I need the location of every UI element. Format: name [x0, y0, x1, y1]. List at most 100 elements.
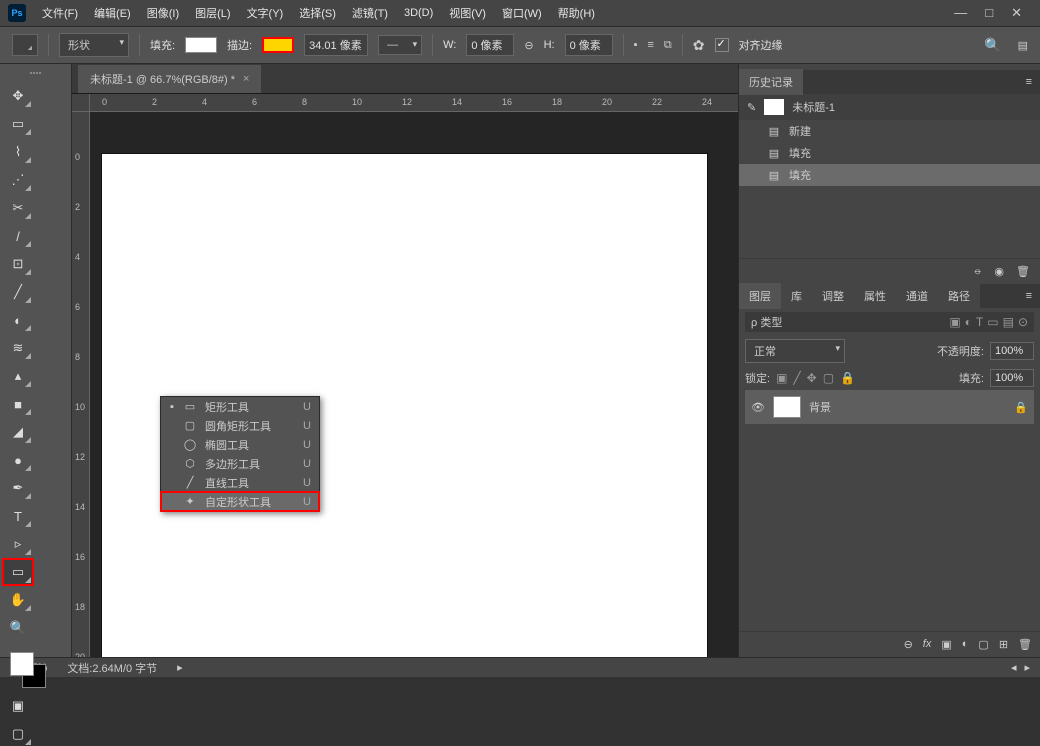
width-input[interactable]: 0 像素 [466, 34, 514, 56]
blend-mode-dropdown[interactable]: 正常 [745, 339, 845, 363]
trash-icon[interactable]: 🗑 [1016, 265, 1030, 278]
quick-select-tool[interactable]: ⋰ [4, 168, 32, 192]
layer-thumbnail[interactable] [773, 396, 801, 418]
fx-icon[interactable]: fx [923, 638, 932, 651]
shape-tool[interactable]: ▭ [4, 560, 32, 584]
stroke-style-dropdown[interactable]: — [378, 35, 422, 55]
filter-smart-icon[interactable]: ▤ [1003, 315, 1014, 329]
flyout-item[interactable]: ◯椭圆工具U [161, 435, 319, 454]
minimize-button[interactable]: — [954, 5, 967, 21]
filter-kind-dropdown[interactable]: ρ 类型 [751, 314, 782, 330]
menu-i[interactable]: 图像(I) [139, 1, 187, 25]
menu-w[interactable]: 窗口(W) [494, 1, 550, 25]
layer-row[interactable]: 👁 背景 🔒 [745, 390, 1034, 424]
history-item[interactable]: ▤填充 [739, 164, 1040, 186]
menu-dd[interactable]: 3D(D) [396, 1, 441, 25]
quickmask-tool[interactable]: ▣ [4, 694, 32, 718]
ruler-horizontal[interactable]: 024681012141618202224 [90, 94, 738, 112]
filter-img-icon[interactable]: ▣ [949, 315, 960, 329]
stamp-tool[interactable]: ▴ [4, 364, 32, 388]
history-tab[interactable]: 历史记录 [739, 69, 803, 95]
doc-size[interactable]: 文档:2.64M/0 字节 [67, 660, 157, 676]
eraser-tool[interactable]: ◢ [4, 420, 32, 444]
history-doc-row[interactable]: ✎ 未标题-1 [739, 94, 1040, 120]
visibility-icon[interactable]: 👁 [751, 401, 765, 414]
panel-tab[interactable]: 属性 [854, 283, 896, 309]
doc-info-dropdown-icon[interactable]: ▸ [177, 661, 183, 674]
blur-tool[interactable]: ● [4, 448, 32, 472]
group-icon[interactable]: ▢ [978, 638, 988, 651]
marquee-tool[interactable]: ▭ [4, 112, 32, 136]
link-icon[interactable]: ⊖ [524, 39, 533, 52]
toolbox-grip[interactable] [0, 72, 71, 78]
flyout-item[interactable]: ✦自定形状工具U [161, 492, 319, 511]
history-brush-tool[interactable]: ≋ [4, 336, 32, 360]
brush-tool[interactable]: ╱ [4, 280, 32, 304]
current-tool-icon[interactable] [12, 34, 38, 56]
menu-l[interactable]: 图层(L) [187, 1, 238, 25]
lasso-tool[interactable]: ⌇ [4, 140, 32, 164]
scroll-left-icon[interactable]: ◂ [1011, 661, 1017, 674]
history-item[interactable]: ▤新建 [739, 120, 1040, 142]
panel-menu-icon[interactable]: ≡ [1018, 290, 1040, 302]
arrange-icon[interactable]: ⧉ [664, 39, 672, 52]
opacity-input[interactable]: 100% [990, 342, 1034, 360]
fill-swatch[interactable] [185, 37, 217, 53]
snapshot-icon[interactable]: ⦵ [973, 265, 982, 278]
panel-tab[interactable]: 通道 [896, 283, 938, 309]
zoom-tool[interactable]: 🔍 [4, 616, 32, 640]
fill-input[interactable]: 100% [990, 369, 1034, 387]
panel-tab[interactable]: 调整 [812, 283, 854, 309]
path-op-icon[interactable]: ▪ [634, 39, 638, 51]
hand-tool[interactable]: ✋ [4, 588, 32, 612]
menu-s[interactable]: 选择(S) [291, 1, 344, 25]
delete-layer-icon[interactable]: 🗑 [1018, 638, 1032, 651]
new-layer-icon[interactable]: ⊞ [999, 638, 1008, 651]
panel-tab[interactable]: 库 [781, 283, 812, 309]
layer-name[interactable]: 背景 [809, 399, 831, 415]
ruler-vertical[interactable]: 024681012141618202224 [72, 112, 90, 657]
layer-filter[interactable]: ρ 类型 ▣ ◐ T ▭ ▤ ⊙ [745, 312, 1034, 332]
eyedropper-tool[interactable]: / [4, 224, 32, 248]
lock-paint-icon[interactable]: ╱ [793, 371, 800, 385]
history-item[interactable]: ▤填充 [739, 142, 1040, 164]
panel-menu-icon[interactable]: ≡ [1018, 76, 1040, 88]
flyout-item[interactable]: ▢圆角矩形工具U [161, 416, 319, 435]
menu-h[interactable]: 帮助(H) [550, 1, 603, 25]
tab-close-icon[interactable]: × [243, 73, 249, 85]
mask-icon[interactable]: ▣ [941, 638, 951, 651]
flyout-item[interactable]: ╱直线工具U [161, 473, 319, 492]
gear-icon[interactable]: ✿ [693, 37, 705, 54]
height-input[interactable]: 0 像素 [565, 34, 613, 56]
close-button[interactable]: ✕ [1011, 5, 1022, 21]
menu-v[interactable]: 视图(V) [441, 1, 494, 25]
flyout-item[interactable]: ▪▭矩形工具U [161, 397, 319, 416]
pen-tool[interactable]: ✒ [4, 476, 32, 500]
document-tab[interactable]: 未标题-1 @ 66.7%(RGB/8#) * × [78, 65, 261, 93]
move-tool[interactable]: ✥ [4, 84, 32, 108]
screen-mode-tool[interactable]: ▢ [4, 722, 32, 746]
panel-tab[interactable]: 路径 [938, 283, 980, 309]
frame-tool[interactable]: ⊡ [4, 252, 32, 276]
filter-type-icon[interactable]: T [976, 315, 983, 329]
panel-tab[interactable]: 图层 [739, 283, 781, 309]
flyout-item[interactable]: ⬡多边形工具U [161, 454, 319, 473]
align-icon[interactable]: ≡ [648, 39, 654, 51]
filter-shape-icon[interactable]: ▭ [987, 315, 998, 329]
filter-adj-icon[interactable]: ◐ [965, 315, 972, 329]
lock-position-icon[interactable]: ✥ [807, 371, 817, 385]
color-swatches[interactable] [10, 652, 46, 688]
stroke-swatch[interactable] [262, 37, 294, 53]
filter-toggle-icon[interactable]: ⊙ [1018, 315, 1028, 329]
lock-all-icon[interactable]: 🔒 [840, 371, 855, 385]
mode-dropdown[interactable]: 形状 [59, 33, 129, 57]
menu-f[interactable]: 文件(F) [34, 1, 86, 25]
scroll-right-icon[interactable]: ▸ [1024, 661, 1030, 674]
search-icon[interactable]: 🔍 [984, 37, 1007, 54]
menu-e[interactable]: 编辑(E) [86, 1, 139, 25]
align-edges-checkbox[interactable] [715, 38, 729, 52]
lock-pixels-icon[interactable]: ▣ [776, 371, 787, 385]
stroke-width-input[interactable]: 34.01 像素 [304, 34, 368, 56]
maximize-button[interactable]: □ [985, 5, 993, 21]
type-tool[interactable]: T [4, 504, 32, 528]
